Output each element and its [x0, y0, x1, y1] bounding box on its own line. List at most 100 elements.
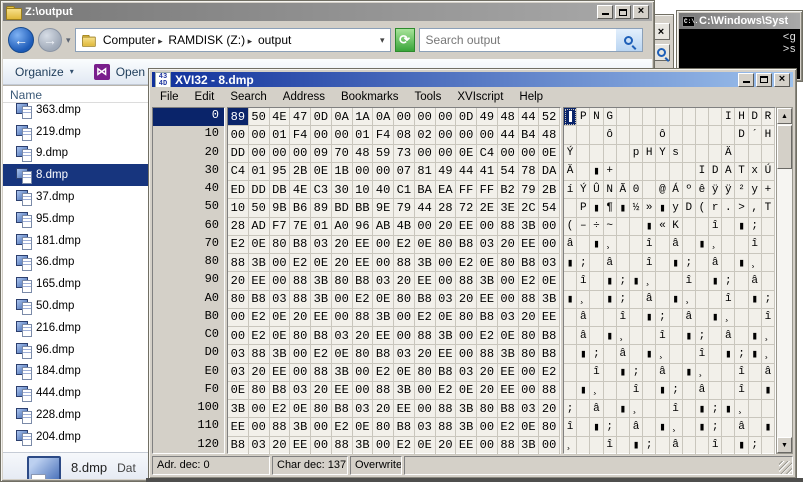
char-cell[interactable]: A [722, 162, 736, 181]
hex-byte-cell[interactable]: 49 [477, 108, 498, 127]
char-cell[interactable] [590, 308, 604, 327]
hex-byte-cell[interactable]: 00 [228, 327, 249, 346]
char-cell[interactable] [616, 254, 630, 273]
hex-byte-cell[interactable]: C1 [394, 181, 415, 200]
hex-byte-cell[interactable]: 20 [269, 436, 291, 455]
hex-byte-cell[interactable]: 78 [518, 162, 540, 181]
hex-byte-cell[interactable]: 00 [518, 144, 540, 163]
hex-byte-cell[interactable]: EE [497, 363, 519, 382]
char-cell[interactable] [603, 144, 617, 163]
hex-byte-cell[interactable]: E2 [331, 418, 353, 437]
char-cell[interactable]: ¸ [577, 290, 591, 309]
char-cell[interactable]: î [735, 381, 749, 400]
char-cell[interactable]: ¸ [761, 327, 775, 346]
hex-byte-cell[interactable]: 00 [373, 162, 394, 181]
char-cell[interactable] [761, 254, 775, 273]
hex-byte-cell[interactable]: 80 [373, 418, 394, 437]
char-cell[interactable] [695, 217, 710, 236]
char-cell[interactable] [590, 144, 604, 163]
char-cell[interactable] [577, 144, 591, 163]
char-cell[interactable]: ▮ [722, 345, 736, 364]
hex-byte-cell[interactable]: 2B [539, 181, 560, 200]
char-cell[interactable] [722, 254, 736, 273]
hex-byte-cell[interactable]: B8 [373, 345, 394, 364]
search-box[interactable]: Search output [418, 28, 643, 52]
char-cell[interactable] [629, 254, 644, 273]
hex-byte-cell[interactable]: 88 [290, 290, 311, 309]
list-item[interactable]: 228.dmp [3, 404, 151, 426]
hex-byte-cell[interactable]: 00 [394, 308, 415, 327]
hex-byte-cell[interactable]: 80 [311, 400, 332, 419]
char-cell[interactable]: â [629, 418, 644, 437]
char-cell[interactable] [669, 308, 683, 327]
char-cell[interactable]: ▮ [735, 217, 749, 236]
hex-byte-cell[interactable]: 89 [311, 199, 332, 218]
address-cell[interactable]: 40 [153, 181, 224, 199]
hex-byte-cell[interactable]: 00 [477, 217, 498, 236]
char-cell[interactable] [748, 418, 762, 437]
char-cell[interactable]: ▮ [564, 290, 578, 309]
char-cell[interactable] [722, 126, 736, 145]
char-cell[interactable]: ; [669, 381, 683, 400]
address-cell[interactable]: 0 [153, 108, 224, 127]
char-cell[interactable] [682, 217, 696, 236]
breadcrumb-item-ramdisk-z-[interactable]: RAMDISK (Z:) [165, 33, 245, 47]
hex-byte-cell[interactable]: B8 [518, 254, 540, 273]
char-cell[interactable] [656, 436, 670, 455]
hex-byte-cell[interactable]: B8 [228, 436, 249, 455]
hex-byte-cell[interactable]: 00 [414, 217, 436, 236]
char-cell[interactable]: ▮ [629, 436, 644, 455]
char-cell[interactable] [682, 126, 696, 145]
char-cell[interactable] [709, 144, 723, 163]
hex-byte-cell[interactable]: 47 [290, 108, 311, 127]
char-cell[interactable] [709, 126, 723, 145]
hex-byte-cell[interactable]: 0E [331, 345, 353, 364]
char-cell[interactable]: P [577, 108, 591, 127]
char-cell[interactable]: ¶ [603, 199, 617, 218]
hex-byte-cell[interactable]: FF [477, 181, 498, 200]
list-item[interactable]: 216.dmp [3, 317, 151, 339]
hex-byte-cell[interactable]: 03 [331, 327, 353, 346]
char-cell[interactable]: â [669, 235, 683, 254]
char-cell[interactable]: ¸ [761, 345, 775, 364]
hex-byte-cell[interactable]: 54 [497, 162, 519, 181]
hex-byte-cell[interactable]: 3B [456, 418, 477, 437]
char-cell[interactable] [577, 400, 591, 419]
hex-byte-cell[interactable]: 88 [352, 308, 374, 327]
char-cell[interactable] [656, 162, 670, 181]
hex-byte-cell[interactable]: E2 [414, 308, 436, 327]
char-cell[interactable] [722, 381, 736, 400]
address-cell[interactable]: 50 [153, 199, 224, 217]
hex-byte-cell[interactable]: 88 [311, 363, 332, 382]
hex-byte-cell[interactable]: 00 [497, 290, 519, 309]
address-cell[interactable]: 60 [153, 218, 224, 236]
hex-byte-cell[interactable]: 0E [477, 254, 498, 273]
hex-byte-cell[interactable]: 0D [456, 108, 477, 127]
column-header-name[interactable]: Name [3, 86, 149, 103]
char-cell[interactable] [682, 235, 696, 254]
hex-byte-cell[interactable]: 00 [414, 400, 436, 419]
hex-byte-cell[interactable]: 00 [352, 162, 374, 181]
char-cell[interactable]: K [669, 217, 683, 236]
char-cell[interactable]: â [577, 327, 591, 346]
hex-byte-cell[interactable]: 9B [269, 199, 291, 218]
char-cell[interactable]: ▮ [590, 235, 604, 254]
hex-byte-cell[interactable]: 03 [497, 308, 519, 327]
hex-byte-cell[interactable]: 00 [477, 126, 498, 145]
char-cell[interactable]: î [590, 363, 604, 382]
char-cell[interactable]: ; [722, 272, 736, 291]
hex-byte-cell[interactable]: 00 [269, 144, 291, 163]
hex-byte-cell[interactable]: 88 [414, 327, 436, 346]
char-cell[interactable]: ▮ [590, 199, 604, 218]
char-cell[interactable] [590, 436, 604, 455]
char-cell[interactable] [695, 272, 710, 291]
hex-byte-cell[interactable]: 20 [331, 254, 353, 273]
hex-byte-cell[interactable]: 89 [228, 108, 249, 127]
menu-item-file[interactable]: File [152, 87, 187, 107]
hex-byte-cell[interactable]: B8 [352, 272, 374, 291]
hex-byte-cell[interactable]: 48 [539, 126, 560, 145]
hex-byte-cell[interactable]: 01 [248, 162, 270, 181]
char-cell[interactable] [577, 436, 591, 455]
char-cell[interactable] [643, 327, 657, 346]
hex-byte-cell[interactable]: 00 [269, 254, 291, 273]
